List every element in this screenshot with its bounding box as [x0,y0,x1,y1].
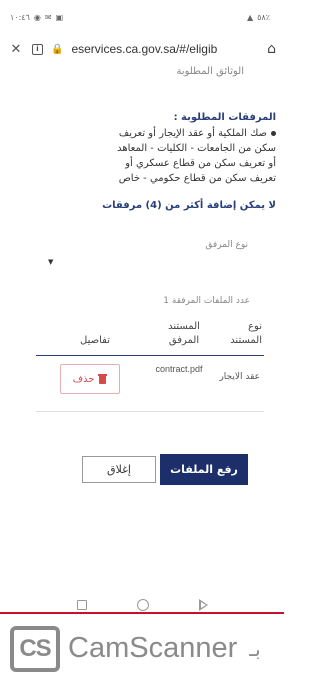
attachments-line: تعريف سكن من قطاع حكومي - خاص [118,173,276,184]
home-icon[interactable]: ⌂ [267,41,276,57]
status-left: ١٠:٤٦ ◉ ✉ ▣ [10,13,63,22]
row-document-type: عقد الايجار [219,372,260,382]
trash-icon [98,374,108,384]
required-documents-heading: الوثائق المطلوبة [176,66,244,77]
bullet-icon [271,130,276,136]
close-tab-icon[interactable]: ✕ [8,42,24,57]
camscanner-name: CamScanner [68,632,238,664]
url-field[interactable]: eservices.ca.gov.sa/#/eligib [71,42,259,56]
row-file-name[interactable]: contract.pdf [144,364,214,411]
browser-url-bar: ✕ i 🔒 eservices.ca.gov.sa/#/eligib ⌂ [0,34,284,64]
camscanner-suffix: بـ [249,636,261,661]
attachments-line: سكن من الجامعات - الكليات - المعاهد [117,143,276,154]
gallery-icon: ▣ [55,12,64,22]
close-button[interactable]: إغلاق [82,456,156,483]
delete-label: حذف [72,373,95,385]
back-icon[interactable] [198,599,208,611]
delete-button[interactable]: حذف [60,364,120,394]
camscanner-watermark: CS CamScanner بـ [0,614,284,683]
notification-icon: ◉ [33,12,41,22]
status-bar: ١٠:٤٦ ◉ ✉ ▣ ▲ ٥٨٪ [0,0,284,34]
attachments-line: أو تعريف سكن من قطاع عسكري أو [125,158,276,169]
attachments-title: المرفقات المطلوبة : [173,112,276,123]
status-time: ١٠:٤٦ [10,12,30,22]
upload-files-button[interactable]: رفع الملفات [160,454,248,485]
attachments-line: صك الملكية أو عقد الإيجار أو تعريف [26,126,276,141]
battery-level: ٥٨٪ [257,12,270,22]
attached-files-count: عدد الملفات المرفقة 1 [163,296,250,306]
attachment-type-select[interactable]: ▼ [8,256,248,270]
chevron-down-icon: ▼ [48,258,54,266]
table-row: عقد الايجار contract.pdf حذف [36,356,264,412]
attachments-description: صك الملكية أو عقد الإيجار أو تعريف سكن م… [26,126,276,186]
camscanner-logo: CS [10,625,60,672]
header-details: تفاصيل [80,335,110,346]
info-icon[interactable]: i [32,43,43,55]
row-actions: حذف [36,364,144,411]
status-right: ▲ ٥٨٪ [247,13,270,22]
message-icon: ✉ [44,12,52,22]
table-header: نوع المستند المستند المرفق تفاصيل [36,320,264,356]
lock-icon: 🔒 [51,43,64,55]
recent-apps-icon[interactable] [76,600,87,610]
signal-icon: ▲ [246,12,254,22]
page-content: الوثائق المطلوبة المرفقات المطلوبة : صك … [0,64,284,612]
max-attachments-note: لا يمكن إضافة أكثر من (4) مرفقات [102,200,276,211]
attachments-table: نوع المستند المستند المرفق تفاصيل عقد ال… [36,320,264,412]
attachment-type-label: نوع المرفق [205,240,248,250]
header-attached-document: المستند المرفق [168,321,200,346]
header-document-type: نوع المستند [230,321,262,346]
home-button-icon[interactable] [136,599,149,611]
